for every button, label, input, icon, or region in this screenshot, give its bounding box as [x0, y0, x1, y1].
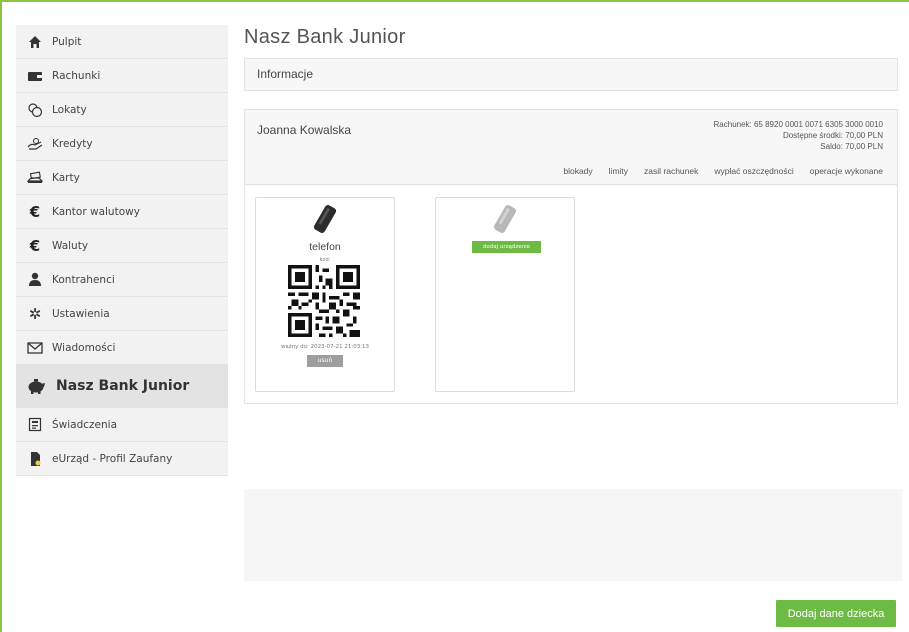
add-device-button[interactable]: dodaj urządzenie: [472, 241, 541, 253]
sidebar-item-label: Lokaty: [52, 103, 87, 116]
sidebar-item-label: Nasz Bank Junior: [56, 378, 190, 394]
account-header: Joanna Kowalska Rachunek: 65 8920 0001 0…: [245, 110, 897, 185]
loan-icon: [26, 135, 44, 153]
link-limity[interactable]: limity: [609, 166, 628, 176]
valid-until: ważny do: 2023-07-21 21:03:13: [280, 344, 370, 350]
sidebar-item-rachunki[interactable]: Rachunki: [16, 59, 228, 93]
sidebar-item-lokaty[interactable]: Lokaty: [16, 93, 228, 127]
device-card-telefon: telefon kod: ważny do: 2023-07-21 21:03:…: [255, 197, 395, 392]
sidebar-item-label: Kantor walutowy: [52, 205, 140, 218]
sidebar-item-kantor-walutowy[interactable]: € Kantor walutowy: [16, 195, 228, 229]
sidebar-item-wiadomosci[interactable]: Wiadomości: [16, 331, 228, 365]
document-icon: [26, 450, 44, 468]
sidebar-item-label: Świadczenia: [52, 418, 118, 431]
sidebar-nav: Pulpit Rachunki Lokaty Kredyty Karty € K…: [16, 25, 228, 476]
sidebar-item-pulpit[interactable]: Pulpit: [16, 25, 228, 59]
add-child-data-button[interactable]: Dodaj dane dziecka: [776, 600, 896, 627]
wallet-icon: [26, 67, 44, 85]
account-info: Rachunek: 65 8920 0001 0071 6305 3000 00…: [714, 119, 883, 152]
sidebar-item-label: Karty: [52, 171, 80, 184]
account-actions: blokady limity zasil rachunek wypłać osz…: [563, 166, 883, 176]
sidebar-item-label: Wiadomości: [52, 341, 116, 354]
sidebar-item-swiadczenia[interactable]: Świadczenia: [16, 408, 228, 442]
sidebar-item-eurzad[interactable]: eUrząd - Profil Zaufany: [16, 442, 228, 476]
sidebar-item-label: Kontrahenci: [52, 273, 115, 286]
devices-area: telefon kod: ważny do: 2023-07-21 21:03:…: [245, 186, 897, 403]
sidebar-item-label: Kredyty: [52, 137, 93, 150]
euro-icon: €: [29, 202, 41, 221]
account-balance: Saldo: 70,00 PLN: [820, 142, 883, 151]
account-panel: Joanna Kowalska Rachunek: 65 8920 0001 0…: [244, 109, 898, 404]
home-icon: [26, 33, 44, 51]
code-label: kod:: [319, 257, 331, 263]
phone-placeholder-icon: [493, 204, 517, 234]
sidebar-item-ustawienia[interactable]: ✲ Ustawienia: [16, 297, 228, 331]
sidebar-item-kredyty[interactable]: Kredyty: [16, 127, 228, 161]
account-owner-name: Joanna Kowalska: [257, 123, 352, 137]
link-wyplac-oszczednosci[interactable]: wypłać oszczędności: [714, 166, 793, 176]
euro-icon: €: [29, 236, 41, 255]
sidebar-item-waluty[interactable]: € Waluty: [16, 229, 228, 263]
envelope-icon: [26, 339, 44, 357]
qr-code: [288, 265, 360, 337]
frame-left-border: [0, 0, 2, 632]
sidebar-item-label: Waluty: [52, 239, 89, 252]
sidebar-item-label: Rachunki: [52, 69, 101, 82]
info-panel: Informacje: [244, 58, 898, 91]
benefits-icon: [26, 416, 44, 434]
gear-icon: ✲: [28, 304, 42, 323]
sidebar-item-nasz-bank-junior[interactable]: Nasz Bank Junior: [16, 365, 228, 408]
frame-top-border: [0, 0, 909, 2]
remove-device-button[interactable]: usuń: [307, 355, 343, 367]
content-placeholder-area: [244, 489, 902, 581]
sidebar-item-label: eUrząd - Profil Zaufany: [52, 452, 173, 465]
sidebar-item-karty[interactable]: Karty: [16, 161, 228, 195]
sidebar-item-label: Pulpit: [52, 35, 82, 48]
sidebar-item-label: Ustawienia: [52, 307, 110, 320]
available-funds: Dostępne środki: 70,00 PLN: [782, 131, 883, 140]
device-name: telefon: [309, 241, 341, 253]
link-blokady[interactable]: blokady: [563, 166, 592, 176]
link-zasil-rachunek[interactable]: zasil rachunek: [644, 166, 698, 176]
piggy-bank-icon: [25, 375, 47, 397]
card-icon: [26, 169, 44, 187]
account-number: Rachunek: 65 8920 0001 0071 6305 3000 00…: [713, 120, 883, 129]
device-card-empty: dodaj urządzenie: [435, 197, 575, 392]
person-icon: [26, 271, 44, 289]
phone-icon: [313, 204, 337, 234]
link-operacje-wykonane[interactable]: operacje wykonane: [810, 166, 883, 176]
info-panel-title: Informacje: [257, 67, 314, 81]
page-title: Nasz Bank Junior: [244, 26, 406, 48]
sidebar-item-kontrahenci[interactable]: Kontrahenci: [16, 263, 228, 297]
coins-icon: [26, 101, 44, 119]
